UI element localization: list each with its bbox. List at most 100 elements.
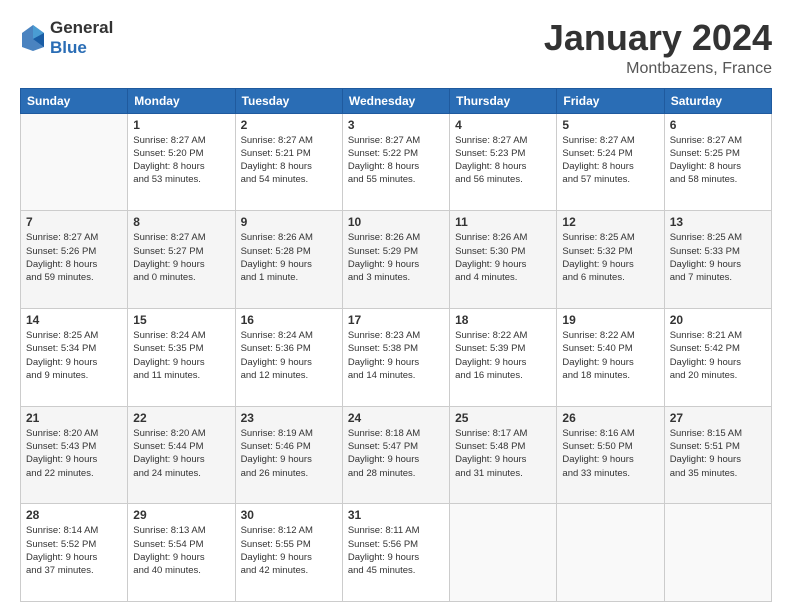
calendar-week-row: 1 Sunrise: 8:27 AMSunset: 5:20 PMDaylight… [21, 113, 772, 211]
calendar-week-row: 21 Sunrise: 8:20 AMSunset: 5:43 PMDayligh… [21, 406, 772, 504]
calendar-cell: 19Sunrise: 8:22 AMSunset: 5:40 PMDayligh… [557, 308, 664, 406]
day-number: 14 [26, 313, 122, 327]
day-number: 7 [26, 215, 122, 229]
calendar-cell: 26 Sunrise: 8:16 AMSunset: 5:50 PMDayligh… [557, 406, 664, 504]
logo-icon [20, 23, 46, 53]
day-number: 10 [348, 215, 444, 229]
day-number: 30 [241, 508, 337, 522]
day-info: Sunrise: 8:25 AMSunset: 5:32 PMDaylight:… [562, 231, 658, 284]
day-number: 25 [455, 411, 551, 425]
logo-general-text: General [50, 18, 113, 37]
title-section: January 2024 Montbazens, France [544, 18, 772, 78]
calendar-cell: 30 Sunrise: 8:12 AMSunset: 5:55 PMDayligh… [235, 504, 342, 602]
calendar-cell: 3 Sunrise: 8:27 AMSunset: 5:22 PMDaylight… [342, 113, 449, 211]
calendar-week-row: 7 Sunrise: 8:27 AMSunset: 5:26 PMDaylight… [21, 211, 772, 309]
day-header-thursday: Thursday [450, 88, 557, 113]
day-info: Sunrise: 8:18 AMSunset: 5:47 PMDaylight:… [348, 427, 444, 480]
day-info: Sunrise: 8:20 AMSunset: 5:43 PMDaylight:… [26, 427, 122, 480]
day-info: Sunrise: 8:27 AMSunset: 5:26 PMDaylight:… [26, 231, 122, 284]
day-header-friday: Friday [557, 88, 664, 113]
day-info: Sunrise: 8:21 AMSunset: 5:42 PMDaylight:… [670, 329, 766, 382]
day-info: Sunrise: 8:26 AMSunset: 5:29 PMDaylight:… [348, 231, 444, 284]
day-info: Sunrise: 8:27 AMSunset: 5:27 PMDaylight:… [133, 231, 229, 284]
day-info: Sunrise: 8:22 AMSunset: 5:39 PMDaylight:… [455, 329, 551, 382]
calendar-cell: 13 Sunrise: 8:25 AMSunset: 5:33 PMDayligh… [664, 211, 771, 309]
calendar-cell [450, 504, 557, 602]
calendar-cell: 20 Sunrise: 8:21 AMSunset: 5:42 PMDayligh… [664, 308, 771, 406]
calendar-cell: 8 Sunrise: 8:27 AMSunset: 5:27 PMDaylight… [128, 211, 235, 309]
day-info: Sunrise: 8:17 AMSunset: 5:48 PMDaylight:… [455, 427, 551, 480]
day-number: 24 [348, 411, 444, 425]
calendar-cell: 1 Sunrise: 8:27 AMSunset: 5:20 PMDaylight… [128, 113, 235, 211]
calendar-cell: 7 Sunrise: 8:27 AMSunset: 5:26 PMDaylight… [21, 211, 128, 309]
calendar-cell: 2 Sunrise: 8:27 AMSunset: 5:21 PMDaylight… [235, 113, 342, 211]
calendar-cell [557, 504, 664, 602]
day-info: Sunrise: 8:26 AMSunset: 5:30 PMDaylight:… [455, 231, 551, 284]
day-number: 16 [241, 313, 337, 327]
calendar-week-row: 14 Sunrise: 8:25 AMSunset: 5:34 PMDayligh… [21, 308, 772, 406]
calendar-cell: 10 Sunrise: 8:26 AMSunset: 5:29 PMDayligh… [342, 211, 449, 309]
day-number: 1 [133, 118, 229, 132]
day-header-tuesday: Tuesday [235, 88, 342, 113]
calendar-table: SundayMondayTuesdayWednesdayThursdayFrid… [20, 88, 772, 602]
day-info: Sunrise: 8:23 AMSunset: 5:38 PMDaylight:… [348, 329, 444, 382]
day-number: 15 [133, 313, 229, 327]
day-number: 13 [670, 215, 766, 229]
logo: General Blue [20, 18, 113, 58]
calendar-cell [21, 113, 128, 211]
day-info: Sunrise: 8:12 AMSunset: 5:55 PMDaylight:… [241, 524, 337, 577]
day-header-saturday: Saturday [664, 88, 771, 113]
day-info: Sunrise: 8:27 AMSunset: 5:22 PMDaylight:… [348, 134, 444, 187]
day-info: Sunrise: 8:27 AMSunset: 5:21 PMDaylight:… [241, 134, 337, 187]
calendar-cell: 29Sunrise: 8:13 AMSunset: 5:54 PMDayligh… [128, 504, 235, 602]
calendar-cell: 25 Sunrise: 8:17 AMSunset: 5:48 PMDayligh… [450, 406, 557, 504]
day-info: Sunrise: 8:19 AMSunset: 5:46 PMDaylight:… [241, 427, 337, 480]
day-number: 2 [241, 118, 337, 132]
day-number: 28 [26, 508, 122, 522]
calendar-cell: 27 Sunrise: 8:15 AMSunset: 5:51 PMDayligh… [664, 406, 771, 504]
day-number: 9 [241, 215, 337, 229]
day-header-monday: Monday [128, 88, 235, 113]
calendar-cell: 23 Sunrise: 8:19 AMSunset: 5:46 PMDayligh… [235, 406, 342, 504]
day-info: Sunrise: 8:26 AMSunset: 5:28 PMDaylight:… [241, 231, 337, 284]
day-number: 21 [26, 411, 122, 425]
day-number: 22 [133, 411, 229, 425]
logo-blue-text: Blue [50, 38, 87, 57]
calendar-cell: 14 Sunrise: 8:25 AMSunset: 5:34 PMDayligh… [21, 308, 128, 406]
calendar-cell: 9 Sunrise: 8:26 AMSunset: 5:28 PMDaylight… [235, 211, 342, 309]
day-number: 27 [670, 411, 766, 425]
calendar-cell: 24 Sunrise: 8:18 AMSunset: 5:47 PMDayligh… [342, 406, 449, 504]
day-info: Sunrise: 8:27 AMSunset: 5:25 PMDaylight:… [670, 134, 766, 187]
day-number: 26 [562, 411, 658, 425]
calendar-cell: 28Sunrise: 8:14 AMSunset: 5:52 PMDayligh… [21, 504, 128, 602]
day-info: Sunrise: 8:24 AMSunset: 5:35 PMDaylight:… [133, 329, 229, 382]
page: General Blue January 2024 Montbazens, Fr… [0, 0, 792, 612]
calendar-cell: 21 Sunrise: 8:20 AMSunset: 5:43 PMDayligh… [21, 406, 128, 504]
day-header-wednesday: Wednesday [342, 88, 449, 113]
day-number: 3 [348, 118, 444, 132]
day-info: Sunrise: 8:27 AMSunset: 5:20 PMDaylight:… [133, 134, 229, 187]
calendar-cell: 31 Sunrise: 8:11 AMSunset: 5:56 PMDayligh… [342, 504, 449, 602]
day-number: 20 [670, 313, 766, 327]
calendar-header-row: SundayMondayTuesdayWednesdayThursdayFrid… [21, 88, 772, 113]
calendar-title: January 2024 [544, 18, 772, 58]
day-info: Sunrise: 8:16 AMSunset: 5:50 PMDaylight:… [562, 427, 658, 480]
header: General Blue January 2024 Montbazens, Fr… [20, 18, 772, 78]
calendar-cell: 12Sunrise: 8:25 AMSunset: 5:32 PMDayligh… [557, 211, 664, 309]
day-number: 29 [133, 508, 229, 522]
day-info: Sunrise: 8:27 AMSunset: 5:24 PMDaylight:… [562, 134, 658, 187]
day-info: Sunrise: 8:22 AMSunset: 5:40 PMDaylight:… [562, 329, 658, 382]
day-number: 4 [455, 118, 551, 132]
day-info: Sunrise: 8:15 AMSunset: 5:51 PMDaylight:… [670, 427, 766, 480]
day-info: Sunrise: 8:11 AMSunset: 5:56 PMDaylight:… [348, 524, 444, 577]
day-number: 23 [241, 411, 337, 425]
calendar-cell: 6Sunrise: 8:27 AMSunset: 5:25 PMDaylight… [664, 113, 771, 211]
day-number: 8 [133, 215, 229, 229]
day-number: 31 [348, 508, 444, 522]
calendar-cell: 16 Sunrise: 8:24 AMSunset: 5:36 PMDayligh… [235, 308, 342, 406]
day-info: Sunrise: 8:24 AMSunset: 5:36 PMDaylight:… [241, 329, 337, 382]
day-info: Sunrise: 8:25 AMSunset: 5:33 PMDaylight:… [670, 231, 766, 284]
calendar-cell: 5Sunrise: 8:27 AMSunset: 5:24 PMDaylight… [557, 113, 664, 211]
day-info: Sunrise: 8:25 AMSunset: 5:34 PMDaylight:… [26, 329, 122, 382]
calendar-cell: 18Sunrise: 8:22 AMSunset: 5:39 PMDayligh… [450, 308, 557, 406]
